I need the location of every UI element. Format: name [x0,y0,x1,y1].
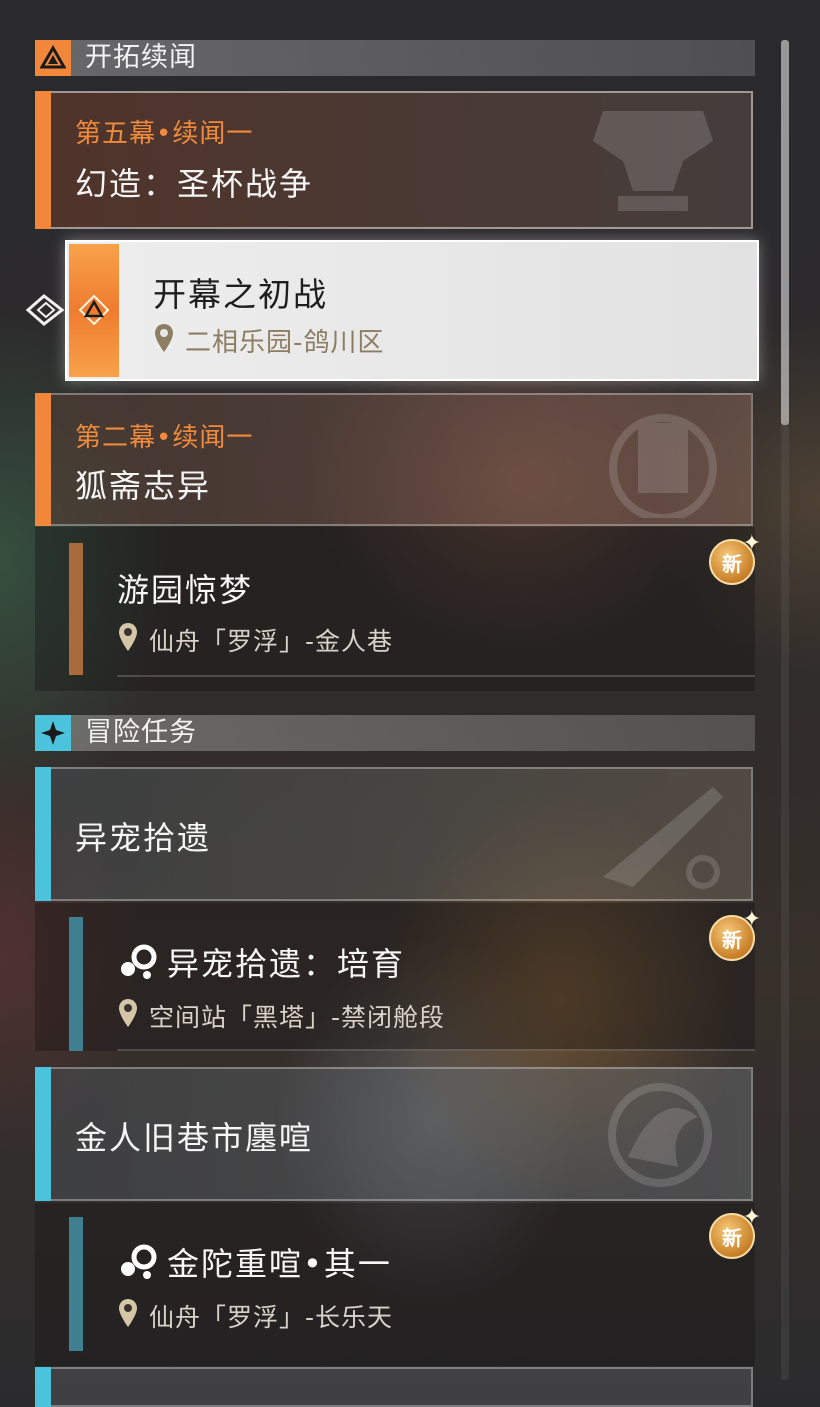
quest-item-market-revival[interactable]: 金陀重喧•其一 仙舟「罗浮」-长乐天 新 ✦ [35,1203,761,1366]
grail-emblem-icon [593,111,713,211]
quest-accent-bar [69,1217,83,1351]
quest-title: 异宠拾遗：培育 [167,945,406,983]
location-pin-icon [155,324,173,352]
trailblaze-quest-icon [78,294,110,326]
chapter-title: 狐斋志异 [75,467,212,505]
adventure-group-market[interactable]: 金人旧巷市廛喧 [35,1067,753,1201]
group-title: 异宠拾遗 [75,819,212,857]
quest-accent-bar [69,917,83,1051]
chapter-accent-bar [35,393,51,526]
group-accent-bar [35,1067,51,1201]
sparkle-icon: ✦ [742,907,761,932]
pointer-arrow-icon [25,294,65,326]
quest-title: 游园惊梦 [117,571,254,609]
sparkle-icon: ✦ [742,531,761,556]
quest-accent-bar [69,543,83,675]
chapter-subtitle: 第二幕•续闻一 [75,423,254,453]
pagoda-emblem-icon [609,414,717,518]
quest-divider [117,675,755,677]
companion-quest-icon [121,1244,157,1279]
group-accent-bar [35,767,51,901]
chapter-subtitle: 第五幕•续闻一 [75,119,254,149]
quest-location: 仙舟「罗浮」-金人巷 [149,627,394,656]
section-title: 开拓续闻 [85,42,197,73]
quest-title: 开幕之初战 [153,275,328,314]
section-header-adventure: 冒险任务 [35,715,755,751]
sparkle-icon: ✦ [742,1205,761,1230]
section-header-trailblaze: 开拓续闻 [35,40,755,76]
rocket-emblem-icon [603,787,723,889]
scrollbar-thumb[interactable] [781,40,789,425]
quest-item-pet-rearing[interactable]: 异宠拾遗：培育 空间站「黑塔」-禁闭舱段 新 ✦ [35,903,761,1051]
location-pin-icon [119,623,137,651]
triangle-emblem-icon [35,40,71,76]
group-accent-bar [35,1367,51,1407]
section-title: 冒险任务 [85,717,197,748]
quest-type-strip [69,244,119,377]
quest-location: 仙舟「罗浮」-长乐天 [149,1303,394,1332]
chapter-card-fox-tales[interactable]: 第二幕•续闻一 狐斋志异 [35,393,753,526]
new-badge: 新 ✦ [705,907,761,967]
adventure-group-partial[interactable] [35,1367,753,1407]
chapter-card-grail-war[interactable]: 第五幕•续闻一 幻造：圣杯战争 [35,91,753,229]
quest-title: 金陀重喧•其一 [167,1245,392,1283]
chapter-accent-bar [35,91,51,229]
chapter-title: 幻造：圣杯战争 [75,165,314,203]
quest-divider [117,1049,755,1051]
four-point-star-icon [35,715,71,751]
flame-emblem-icon [608,1083,712,1187]
selected-quest-card[interactable]: 开幕之初战 二相乐园-鸽川区 [65,240,759,381]
location-pin-icon [119,999,137,1027]
group-title: 金人旧巷市廛喧 [75,1119,314,1157]
new-badge: 新 ✦ [705,1205,761,1265]
new-badge: 新 ✦ [705,531,761,591]
location-pin-icon [119,1299,137,1327]
quest-location: 二相乐园-鸽川区 [185,328,385,358]
quest-location: 空间站「黑塔」-禁闭舱段 [149,1003,446,1032]
companion-quest-icon [121,944,157,979]
adventure-group-pets[interactable]: 异宠拾遗 [35,767,753,901]
quest-item-garden-dream[interactable]: 游园惊梦 仙舟「罗浮」-金人巷 新 ✦ [35,527,761,691]
